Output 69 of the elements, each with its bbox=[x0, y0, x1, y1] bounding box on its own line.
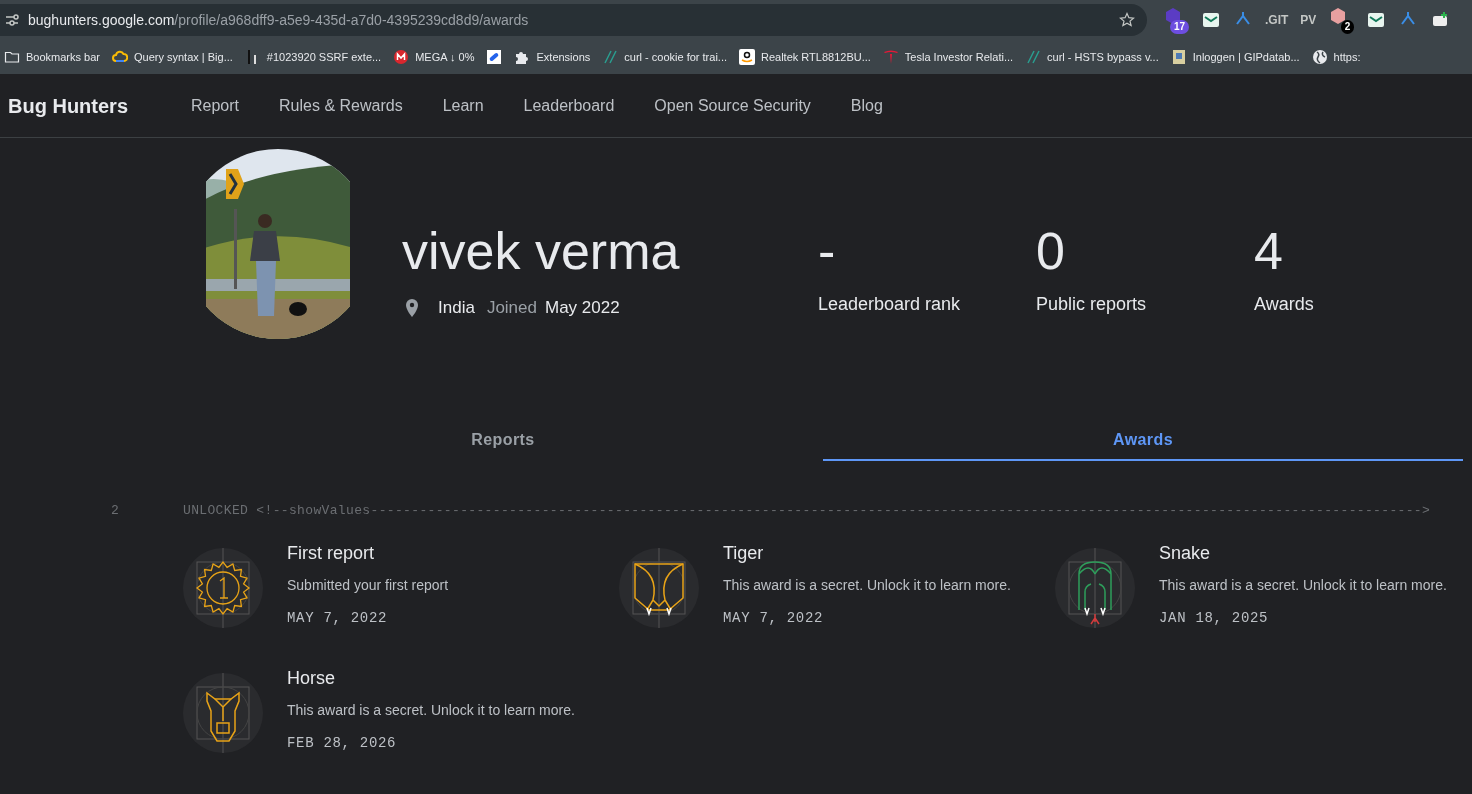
extension-icon[interactable] bbox=[1201, 10, 1221, 30]
award-description: This award is a secret. Unlock it to learn more. bbox=[287, 700, 575, 720]
stat-label: Public reports bbox=[1036, 293, 1148, 316]
slashes-icon bbox=[1025, 49, 1042, 65]
award-title: Horse bbox=[287, 666, 336, 689]
stat-value: 4 bbox=[1254, 221, 1284, 282]
bookmark-item[interactable]: Tesla Investor Relati... bbox=[882, 48, 1014, 66]
nav-link[interactable]: Blog bbox=[850, 93, 883, 118]
nav-link[interactable]: Open Source Security bbox=[654, 93, 811, 118]
nav-link[interactable]: Report bbox=[191, 93, 240, 118]
bookmark-item[interactable]: Extensions bbox=[514, 48, 591, 66]
award-date: MAY 7, 2022 bbox=[723, 608, 825, 628]
bookmark-item[interactable]: curl - HSTS bypass v... bbox=[1025, 48, 1159, 66]
profile-name: vivek verma bbox=[402, 221, 681, 282]
folder-icon bbox=[4, 49, 20, 65]
debug-comment: UNLOCKED <!--showValues---------------------------------------------------------------------------------------------------------------------------------> bbox=[183, 502, 1431, 520]
bookmark-item[interactable] bbox=[486, 49, 503, 65]
star-icon[interactable] bbox=[1119, 12, 1135, 28]
line-number: 2 bbox=[110, 502, 120, 520]
bookmark-item[interactable]: Inloggen | GIPdatab... bbox=[1170, 48, 1300, 66]
joined-label: Joined bbox=[486, 297, 537, 319]
bookmark-item[interactable]: #1023920 SSRF exte... bbox=[244, 48, 382, 66]
extension-label[interactable]: .GIT bbox=[1265, 11, 1289, 29]
slashes-icon bbox=[602, 49, 619, 65]
nav-link[interactable]: Learn bbox=[442, 93, 484, 118]
bookmark-item[interactable]: https: bbox=[1311, 48, 1361, 66]
url-text: bughunters.google.com/profile/a968dff9-a5e9-435d-a7d0-4395239cd8d9/awards bbox=[28, 10, 530, 30]
award-date: FEB 28, 2026 bbox=[287, 733, 398, 753]
horse-award-icon bbox=[183, 672, 263, 753]
puzzle-icon bbox=[514, 49, 531, 65]
bookmark-item[interactable]: Bookmarks bar bbox=[4, 48, 100, 66]
medal-award-icon bbox=[183, 547, 263, 628]
snake-award-icon bbox=[1055, 547, 1135, 628]
tab[interactable]: Awards bbox=[823, 421, 1463, 461]
award-description: Submitted your first report bbox=[287, 575, 449, 595]
cloud-icon bbox=[112, 49, 128, 65]
address-bar[interactable]: bughunters.google.com/profile/a968dff9-a5e9-435d-a7d0-4395239cd8d9/awards bbox=[0, 4, 1147, 36]
extension-icon[interactable] bbox=[1366, 10, 1387, 30]
bookmark-item[interactable]: Query syntax | Big... bbox=[112, 48, 233, 66]
bookmark-item[interactable]: curl - cookie for trai... bbox=[602, 48, 727, 66]
stat-label: Awards bbox=[1254, 293, 1315, 316]
nav-link[interactable]: Rules & Rewards bbox=[279, 93, 403, 118]
stat-value: - bbox=[818, 221, 837, 282]
tab[interactable]: Reports bbox=[183, 421, 823, 461]
stat-label: Leaderboard rank bbox=[818, 293, 962, 316]
globe-icon bbox=[1311, 49, 1328, 65]
site-settings-icon[interactable] bbox=[4, 12, 20, 28]
tiger-award-icon bbox=[619, 547, 699, 628]
joined-date: May 2022 bbox=[545, 297, 620, 319]
count-badge: 2 bbox=[1340, 20, 1355, 34]
award-description: This award is a secret. Unlock it to learn more. bbox=[1159, 575, 1447, 595]
site-logo[interactable]: Bug Hunters bbox=[8, 90, 191, 121]
capsule-icon bbox=[486, 49, 503, 65]
award-description: This award is a secret. Unlock it to learn more. bbox=[723, 575, 1011, 595]
nav-link[interactable]: Leaderboard bbox=[523, 93, 615, 118]
award-date: JAN 18, 2025 bbox=[1159, 608, 1270, 628]
extension-label[interactable]: PV bbox=[1300, 11, 1317, 29]
smile-icon bbox=[739, 49, 755, 65]
award-date: MAY 7, 2022 bbox=[287, 608, 389, 628]
bookmark-item[interactable]: MEGA ↓ 0% bbox=[393, 48, 475, 66]
count-badge: 17 bbox=[1169, 20, 1189, 34]
bookmark-item[interactable]: Realtek RTL8812BU... bbox=[739, 48, 871, 66]
award-title: Tiger bbox=[723, 541, 765, 564]
country-text: India bbox=[438, 297, 475, 319]
award-title: Snake bbox=[1159, 541, 1212, 564]
stat-value: 0 bbox=[1036, 221, 1066, 282]
circle-icon bbox=[393, 49, 410, 65]
document-icon bbox=[1170, 49, 1187, 65]
award-title: First report bbox=[287, 541, 375, 564]
